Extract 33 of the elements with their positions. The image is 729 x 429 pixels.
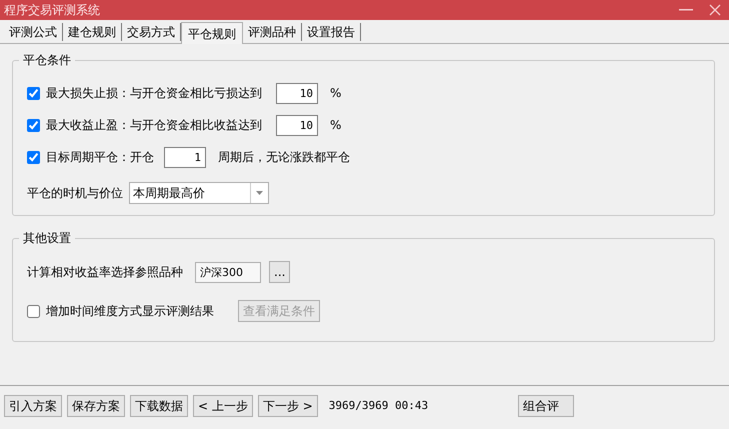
browse-button[interactable]: ... xyxy=(269,261,290,283)
footer-button[interactable]: 保存方案 xyxy=(67,395,125,417)
checkbox-label: 最大收益止盈：与开仓资金相比收益达到 xyxy=(46,117,262,134)
checkbox[interactable] xyxy=(27,86,40,100)
checkbox[interactable] xyxy=(27,304,40,318)
checkbox[interactable] xyxy=(27,118,40,132)
checkbox-label: 目标周期平仓：开仓 xyxy=(46,149,154,166)
number-field[interactable]: 1 xyxy=(164,146,206,168)
number-field[interactable]: 10 xyxy=(276,114,318,136)
dropdown-arrow-icon[interactable] xyxy=(256,191,263,195)
checkbox[interactable] xyxy=(27,150,40,164)
footer-button[interactable]: 下载数据 xyxy=(130,395,188,417)
window-title: 程序交易评测系统 xyxy=(4,2,100,19)
reference-field[interactable]: 沪深300 xyxy=(195,262,261,282)
footer-button[interactable]: 组合评 xyxy=(518,395,574,417)
price-dropdown[interactable]: 本周期最高价 xyxy=(129,182,269,204)
group-title: 其他设置 xyxy=(19,231,75,246)
footer-button[interactable]: 引入方案 xyxy=(4,395,62,417)
status-text: 3969/3969 00:43 xyxy=(328,398,428,414)
checkbox-label: 最大损失止损：与开仓资金相比亏损达到 xyxy=(46,85,262,102)
unit-label: % xyxy=(330,85,342,102)
footer-button[interactable]: < 上一步 xyxy=(193,395,253,417)
field-label: 平仓的时机与价位 xyxy=(27,185,123,202)
footer-button[interactable]: 下一步 > xyxy=(258,395,318,417)
checkbox-label: 增加时间维度方式显示评测结果 xyxy=(46,303,214,320)
close-icon[interactable] xyxy=(709,4,721,16)
field-label: 计算相对收益率选择参照品种 xyxy=(27,264,183,281)
number-field[interactable]: 10 xyxy=(276,82,318,104)
unit-label: % xyxy=(330,117,342,134)
minimize-icon[interactable] xyxy=(679,8,693,12)
unit-label: 周期后，无论涨跌都平仓 xyxy=(218,149,350,166)
tab[interactable]: 平仓规则 xyxy=(181,22,243,44)
group-title: 平仓条件 xyxy=(19,53,75,68)
